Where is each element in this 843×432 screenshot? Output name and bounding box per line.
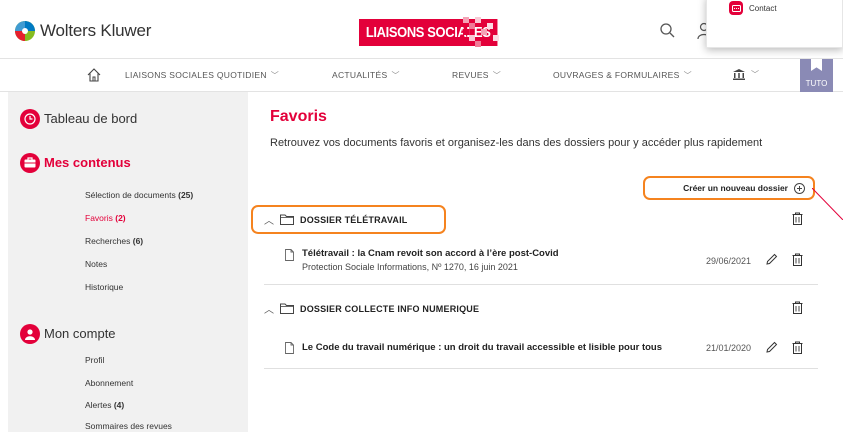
sidebar-item-selection-de-documents[interactable]: Sélection de documents (25) xyxy=(85,190,193,200)
edit-pencil-icon[interactable] xyxy=(766,341,778,353)
nav-label: REVUES xyxy=(452,70,489,80)
sidebar-item-label: Alertes xyxy=(85,400,112,410)
sidebar-section-mes-contenus[interactable]: Mes contenus xyxy=(20,152,131,173)
divider xyxy=(264,284,818,285)
contact-menu-item[interactable]: Contact xyxy=(729,1,777,15)
bookmark-icon xyxy=(811,59,822,71)
sidebar-item-label: Notes xyxy=(85,259,108,269)
home-icon[interactable] xyxy=(86,67,102,83)
item-count: (4) xyxy=(113,400,125,410)
nav-item-actualites[interactable]: ACTUALITÉS ﹀ xyxy=(332,70,400,81)
nav-item-ouvrages-formulaires[interactable]: OUVRAGES & FORMULAIRES ﹀ xyxy=(553,70,692,81)
liaisons-sociales-brand[interactable]: LIAISONS SOCIALES xyxy=(359,17,520,47)
chevron-up-icon[interactable]: ︿ xyxy=(264,301,274,316)
folder-name: DOSSIER COLLECTE INFO NUMERIQUE xyxy=(300,303,480,314)
document-icon xyxy=(285,342,294,354)
sidebar-item-label: Abonnement xyxy=(85,378,134,388)
create-folder-label: Créer un nouveau dossier xyxy=(683,183,788,193)
sidebar-section-title: Mes contenus xyxy=(44,155,131,170)
trash-icon[interactable] xyxy=(792,253,803,266)
logo-text: Wolters Kluwer xyxy=(40,21,152,40)
trash-icon[interactable] xyxy=(792,212,803,225)
chevron-up-icon[interactable]: ︿ xyxy=(264,212,274,227)
tuto-button[interactable]: TUTO xyxy=(800,59,833,92)
edit-pencil-icon[interactable] xyxy=(766,253,778,265)
item-count: (2) xyxy=(115,213,126,223)
nav-item-liaisons-sociales-quotidien[interactable]: LIAISONS SOCIALES QUOTIDIEN ﹀ xyxy=(125,70,279,81)
folder-header-collecte-info-numerique[interactable]: ︿ DOSSIER COLLECTE INFO NUMERIQUE xyxy=(264,301,479,316)
main-nav: LIAISONS SOCIALES QUOTIDIEN ﹀ ACTUALITÉS ﹀… xyxy=(0,58,843,92)
sidebar-item-recherches[interactable]: Recherches (6) xyxy=(85,236,143,246)
account-dropdown: Contact xyxy=(706,0,843,48)
contact-label: Contact xyxy=(749,3,777,13)
sidebar-section-title: Tableau de bord xyxy=(44,111,138,126)
sidebar-item-label: Recherches xyxy=(85,236,131,246)
folder-name: DOSSIER TÉLÉTRAVAIL xyxy=(300,214,408,225)
sidebar-section-mon-compte[interactable]: Mon compte xyxy=(20,323,116,344)
chevron-down-icon: ﹀ xyxy=(270,71,280,80)
trash-icon[interactable] xyxy=(792,341,803,354)
sidebar-item-alertes[interactable]: Alertes (4) xyxy=(85,400,124,410)
sidebar-item-label: Historique xyxy=(85,282,124,292)
sidebar-item-historique[interactable]: Historique xyxy=(85,282,123,292)
chevron-down-icon: ﹀ xyxy=(492,71,502,80)
create-folder-button[interactable]: Créer un nouveau dossier xyxy=(643,176,815,200)
page-title: Favoris xyxy=(270,108,327,125)
sidebar-section-tableau-de-bord[interactable]: Tableau de bord xyxy=(20,108,138,129)
favorite-document-title[interactable]: Télétravail : la Cnam revoit son accord … xyxy=(302,248,559,259)
chat-icon xyxy=(729,1,743,15)
divider xyxy=(264,368,818,369)
item-count: (25) xyxy=(178,190,194,200)
search-icon[interactable] xyxy=(659,22,677,40)
sidebar-item-favoris[interactable]: Favoris (2) xyxy=(85,213,126,223)
favorite-document-date: 21/01/2020 xyxy=(706,343,752,353)
bank-icon xyxy=(733,69,745,80)
chevron-down-icon: ﹀ xyxy=(751,70,759,80)
folder-header-teletravail[interactable]: ︿ DOSSIER TÉLÉTRAVAIL xyxy=(264,212,407,227)
favorite-document-title[interactable]: Le Code du travail numérique : un droit … xyxy=(302,342,662,353)
sidebar-item-abonnement[interactable]: Abonnement xyxy=(85,378,133,388)
wolters-kluwer-logo-icon xyxy=(15,21,35,41)
sidebar-item-notes[interactable]: Notes xyxy=(85,259,107,269)
annotation-pointer-line xyxy=(812,188,843,220)
add-circle-icon xyxy=(794,182,805,194)
nav-label: LIAISONS SOCIALES QUOTIDIEN xyxy=(125,70,267,80)
folder-icon xyxy=(280,303,294,314)
nav-label: OUVRAGES & FORMULAIRES xyxy=(553,70,680,80)
sidebar-item-label: Sommaires des revues xyxy=(85,421,172,431)
tuto-label: TUTO xyxy=(805,79,828,88)
trash-icon[interactable] xyxy=(792,301,803,314)
item-count: (6) xyxy=(132,236,144,246)
dashboard-clock-icon xyxy=(20,108,40,129)
nav-item-institution[interactable]: ﹀ xyxy=(733,69,759,80)
folder-icon xyxy=(280,214,294,225)
chevron-down-icon: ﹀ xyxy=(391,71,400,80)
document-icon xyxy=(285,249,294,261)
sidebar-item-profil[interactable]: Profil xyxy=(85,355,104,365)
favorite-document-date: 29/06/2021 xyxy=(706,256,752,266)
nav-item-revues[interactable]: REVUES ﹀ xyxy=(452,70,501,81)
chevron-down-icon: ﹀ xyxy=(683,71,692,80)
page-description: Retrouvez vos documents favoris et organ… xyxy=(270,137,763,149)
brand-pixel-decoration xyxy=(463,17,499,47)
sidebar-item-label: Profil xyxy=(85,355,105,365)
nav-label: ACTUALITÉS xyxy=(332,70,388,80)
user-account-icon xyxy=(20,323,40,344)
sidebar-section-title: Mon compte xyxy=(44,326,116,341)
favorite-document-source: Protection Sociale Informations, Nº 1270… xyxy=(302,262,518,272)
sidebar-item-sommaires-des-revues[interactable]: Sommaires des revues xyxy=(85,421,172,431)
sidebar-item-label: Favoris xyxy=(85,213,113,223)
briefcase-icon xyxy=(20,152,40,173)
wolters-kluwer-logo[interactable]: Wolters Kluwer xyxy=(14,20,151,42)
sidebar-item-label: Sélection de documents xyxy=(85,190,176,200)
